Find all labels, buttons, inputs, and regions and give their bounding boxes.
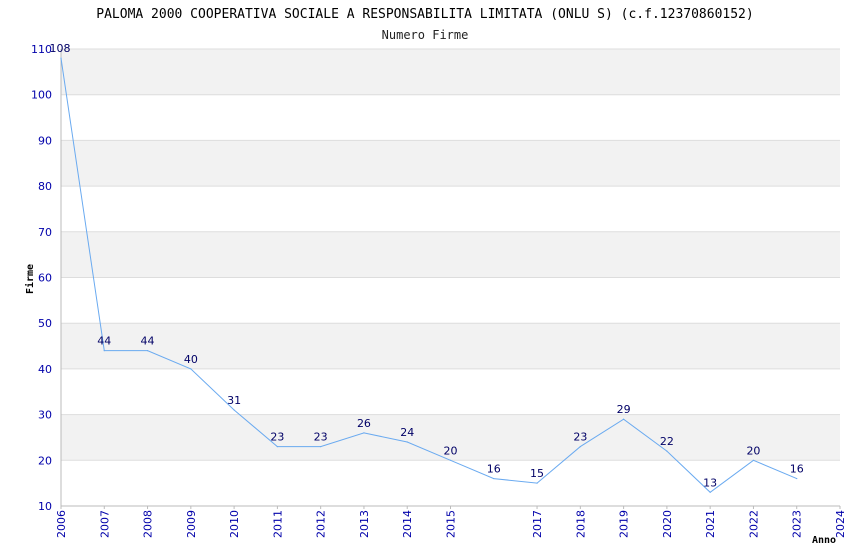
data-label: 23 bbox=[573, 431, 587, 444]
background-band bbox=[61, 323, 840, 369]
data-label: 108 bbox=[50, 42, 71, 55]
y-tick-label: 70 bbox=[38, 226, 52, 239]
x-tick-label: 2011 bbox=[271, 510, 284, 538]
y-tick-label: 30 bbox=[38, 409, 52, 422]
background-band bbox=[61, 49, 840, 95]
chart-title: PALOMA 2000 COOPERATIVA SOCIALE A RESPON… bbox=[96, 7, 753, 22]
data-label: 29 bbox=[617, 403, 631, 416]
x-tick-label: 2013 bbox=[358, 510, 371, 538]
data-label: 13 bbox=[703, 476, 717, 489]
data-label: 22 bbox=[660, 435, 674, 448]
data-point bbox=[320, 445, 322, 448]
chart-subtitle: Numero Firme bbox=[382, 28, 469, 42]
data-point bbox=[363, 432, 365, 434]
x-tick-label: 2012 bbox=[315, 510, 328, 538]
x-tick-label: 2008 bbox=[142, 510, 155, 538]
data-point bbox=[103, 350, 105, 352]
y-tick-label: 90 bbox=[38, 134, 52, 147]
y-tick-label: 100 bbox=[31, 89, 52, 102]
data-label: 26 bbox=[357, 417, 371, 430]
data-point bbox=[623, 418, 625, 420]
x-tick-label: 2006 bbox=[55, 510, 68, 538]
data-point bbox=[666, 450, 668, 452]
x-axis-label: Anno bbox=[812, 535, 836, 546]
data-point bbox=[146, 350, 149, 352]
x-tick-label: 2019 bbox=[618, 510, 631, 538]
data-point bbox=[709, 491, 711, 493]
data-point bbox=[579, 445, 581, 448]
data-point bbox=[60, 57, 62, 59]
data-point bbox=[536, 482, 538, 484]
x-tick-label: 2010 bbox=[228, 510, 241, 538]
y-tick-label: 80 bbox=[38, 180, 52, 193]
y-tick-label: 60 bbox=[38, 272, 52, 285]
background-bands bbox=[61, 49, 840, 461]
chart: PALOMA 2000 COOPERATIVA SOCIALE A RESPON… bbox=[24, 7, 847, 546]
data-point bbox=[796, 477, 798, 480]
data-point bbox=[190, 368, 192, 370]
data-label: 40 bbox=[184, 353, 198, 366]
x-tick-label: 2022 bbox=[747, 510, 760, 538]
x-tick-label: 2014 bbox=[401, 510, 414, 538]
y-axis-label: Firme bbox=[24, 264, 36, 294]
data-label: 31 bbox=[227, 394, 241, 407]
x-tick-label: 2021 bbox=[704, 510, 717, 538]
data-label: 16 bbox=[790, 463, 804, 476]
data-label: 23 bbox=[314, 431, 328, 444]
data-label: 15 bbox=[530, 467, 544, 480]
x-tick-label: 2015 bbox=[445, 510, 458, 538]
data-point bbox=[406, 441, 408, 443]
data-label: 16 bbox=[487, 463, 501, 476]
data-point bbox=[752, 459, 755, 461]
background-band bbox=[61, 231, 840, 278]
x-axis-ticks: 2006 2007 2008 2009 2010 2011 2012 2013 2014 2015… bbox=[55, 506, 847, 538]
x-tick-label: 2023 bbox=[791, 510, 804, 538]
data-label: 44 bbox=[141, 335, 155, 348]
data-point bbox=[493, 477, 495, 480]
data-label: 20 bbox=[746, 444, 760, 457]
x-tick-label: 2018 bbox=[574, 510, 587, 538]
x-tick-label: 2017 bbox=[531, 510, 544, 538]
x-tick-label: 2024 bbox=[834, 510, 847, 538]
y-tick-label: 50 bbox=[38, 317, 52, 330]
x-tick-label: 2007 bbox=[98, 510, 111, 538]
x-tick-label: 2020 bbox=[661, 510, 674, 538]
data-label: 20 bbox=[444, 444, 458, 457]
x-tick-label: 2009 bbox=[185, 510, 198, 538]
data-point bbox=[276, 445, 278, 448]
background-band bbox=[61, 140, 840, 187]
y-tick-label: 40 bbox=[38, 363, 52, 376]
data-point bbox=[233, 409, 235, 411]
data-label: 23 bbox=[270, 431, 284, 444]
y-tick-label: 10 bbox=[38, 500, 52, 513]
data-label: 24 bbox=[400, 426, 414, 439]
data-label: 44 bbox=[97, 335, 111, 348]
y-tick-label: 20 bbox=[38, 454, 52, 467]
data-point bbox=[449, 459, 452, 461]
